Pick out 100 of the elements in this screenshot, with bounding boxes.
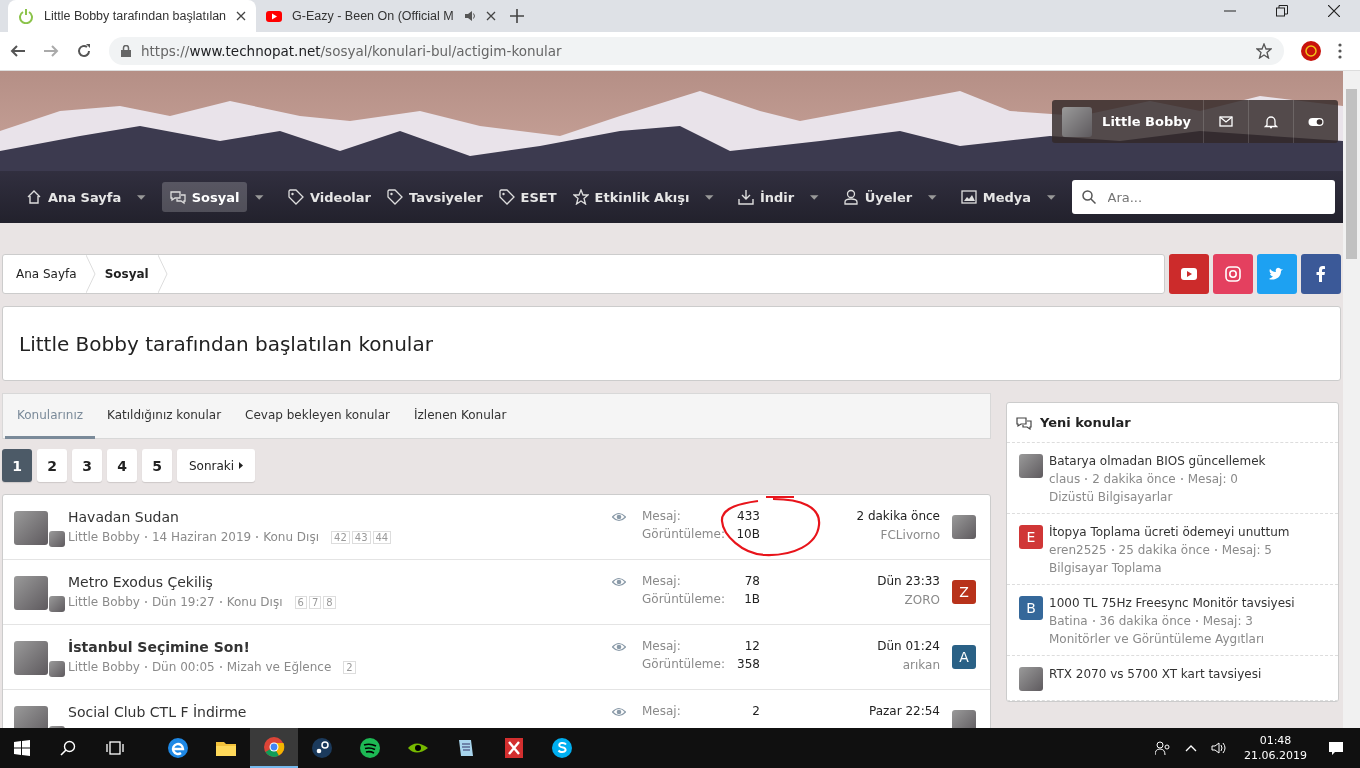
page-button[interactable]: 2 [37, 449, 67, 482]
nav-tab[interactable]: Videolar [279, 182, 379, 212]
page-button[interactable]: 4 [107, 449, 137, 482]
last-post-time[interactable]: Pazar 22:54 [810, 704, 940, 718]
search-input[interactable]: Ara... [1105, 180, 1325, 214]
nav-tab[interactable]: Tavsiyeler [378, 182, 491, 212]
letter-s-icon[interactable] [551, 737, 573, 759]
star-icon[interactable] [1256, 43, 1272, 59]
close-icon[interactable] [236, 11, 247, 21]
breadcrumb-link[interactable]: Sosyal [104, 267, 158, 281]
browser-tab[interactable]: G-Eazy - Been On (Official M [256, 0, 506, 32]
address-field[interactable]: https://www.technopat.net/sosyal/konulari-bul/actigim-konular [109, 37, 1284, 65]
page-button[interactable]: 3 [72, 449, 102, 482]
caret-down-icon[interactable] [705, 194, 714, 200]
forum-link[interactable]: Dizüstü Bilgisayarlar [1049, 490, 1266, 504]
caret-down-icon[interactable] [810, 194, 819, 200]
user-avatar[interactable] [49, 531, 65, 547]
plus-icon[interactable] [509, 9, 524, 23]
author-link[interactable]: Little Bobby [68, 660, 140, 674]
nav-tab[interactable]: İndir [729, 182, 803, 212]
nav-tab[interactable]: Etkinlik Akışı [564, 182, 698, 212]
user-avatar[interactable] [49, 661, 65, 677]
chevron-up-icon[interactable] [1185, 744, 1197, 752]
thread-title-link[interactable]: RTX 2070 vs 5700 XT kart tavsiyesi [1049, 667, 1262, 681]
thread-title-link[interactable]: 1000 TL 75Hz Freesync Monitör tavsiyesi [1049, 596, 1295, 610]
tab-title[interactable]: G-Eazy - Been On (Official M [292, 9, 454, 23]
browser-tab[interactable]: Little Bobby tarafından başlatılan [8, 0, 257, 32]
thread-title-link[interactable]: İtopya Toplama ücreti ödemeyi unuttum [1049, 525, 1290, 539]
thread-title-link[interactable]: Batarya olmadan BIOS güncellemek [1049, 454, 1266, 468]
last-post-time[interactable]: 2 dakika önce [810, 509, 940, 523]
page-button[interactable]: 1 [2, 449, 32, 482]
caret-down-icon[interactable] [1047, 194, 1056, 200]
task-view-icon[interactable] [106, 741, 124, 755]
user-avatar[interactable]: A [952, 645, 976, 669]
author-link[interactable]: Little Bobby [68, 595, 140, 609]
forum-link[interactable]: Mizah ve Eğlence [226, 660, 332, 674]
forum-link[interactable]: Konu Dışı [263, 530, 320, 544]
speaker-icon[interactable] [1211, 741, 1227, 755]
nav-tab[interactable]: Medya [952, 182, 1040, 212]
notification-icon[interactable] [1328, 740, 1344, 756]
last-poster-link[interactable]: FCLivorno [810, 528, 940, 542]
user-avatar[interactable]: Z [952, 580, 976, 604]
next-page-button[interactable]: Sonraki [177, 449, 256, 482]
page-button[interactable]: 5 [142, 449, 172, 482]
nav-tab[interactable]: ESET [490, 182, 565, 212]
thread-title-link[interactable]: Havadan Sudan [68, 509, 612, 525]
people-icon[interactable] [1155, 741, 1171, 755]
username-link[interactable]: Little Bobby [1102, 114, 1203, 129]
sound-waves-circle-icon[interactable] [359, 737, 381, 759]
social-button[interactable] [1301, 254, 1341, 294]
filter-tab[interactable]: Cevap bekleyen konular [233, 394, 402, 439]
search-icon[interactable] [60, 740, 76, 756]
author-link[interactable]: eren2525 [1049, 543, 1107, 557]
document-x-icon[interactable] [503, 737, 525, 759]
close-icon[interactable] [485, 11, 496, 21]
forum-link[interactable]: Monitörler ve Görüntüleme Aygıtları [1049, 632, 1295, 646]
social-button[interactable] [1257, 254, 1297, 294]
menu-icon[interactable] [1338, 43, 1342, 59]
caret-down-icon[interactable] [928, 194, 937, 200]
user-avatar[interactable]: E [1019, 525, 1043, 549]
author-link[interactable]: Little Bobby [68, 530, 140, 544]
scrollbar[interactable] [1343, 71, 1360, 728]
profile-avatar-icon[interactable] [1301, 41, 1321, 61]
windows-start-icon[interactable] [14, 740, 30, 756]
last-poster-link[interactable]: ZORO [810, 593, 940, 607]
forum-link[interactable]: Bilgisayar Toplama [1049, 561, 1290, 575]
nav-tab[interactable]: Üyeler [834, 182, 921, 212]
last-post-time[interactable]: Dün 01:24 [810, 639, 940, 653]
bell-icon[interactable] [1264, 114, 1278, 129]
author-link[interactable]: claus [1049, 472, 1081, 486]
user-avatar[interactable] [1062, 106, 1093, 137]
social-button[interactable] [1169, 254, 1209, 294]
clock-date[interactable]: 21.06.2019 [1244, 748, 1307, 763]
browser-circle-icon[interactable] [263, 736, 285, 758]
nav-tab[interactable]: Ana Sayfa [18, 182, 130, 212]
breadcrumb-link[interactable]: Ana Sayfa [16, 267, 86, 281]
author-link[interactable]: Batina [1049, 614, 1088, 628]
user-avatar[interactable] [49, 596, 65, 612]
search-field[interactable]: Ara... [1071, 180, 1335, 214]
last-post-time[interactable]: Dün 23:33 [810, 574, 940, 588]
thread-title-link[interactable]: İstanbul Seçimine Son! [68, 639, 612, 655]
forum-link[interactable]: Konu Dışı [226, 595, 283, 609]
letter-e-icon[interactable] [167, 737, 189, 759]
steam-icon[interactable] [311, 737, 333, 759]
close-icon[interactable] [1328, 5, 1340, 17]
restore-icon[interactable] [1276, 5, 1288, 17]
clock-time[interactable]: 01:48 [1244, 733, 1307, 748]
filter-tab[interactable]: İzlenen Konular [402, 394, 519, 439]
caret-down-icon[interactable] [137, 194, 146, 200]
social-button[interactable] [1213, 254, 1253, 294]
last-poster-link[interactable]: arıkan [810, 658, 940, 672]
reload-icon[interactable] [76, 43, 92, 59]
thread-title-link[interactable]: Metro Exodus Çekiliş [68, 574, 612, 590]
nav-tab[interactable]: Sosyal [161, 182, 248, 212]
tab-title[interactable]: Little Bobby tarafından başlatılan [44, 9, 227, 23]
envelope-icon[interactable] [1219, 114, 1233, 129]
caret-down-icon[interactable] [255, 194, 264, 200]
back-arrow-icon[interactable] [10, 43, 26, 59]
filter-tab[interactable]: Katıldığınız konular [95, 394, 234, 439]
user-avatar[interactable]: B [1019, 596, 1043, 620]
